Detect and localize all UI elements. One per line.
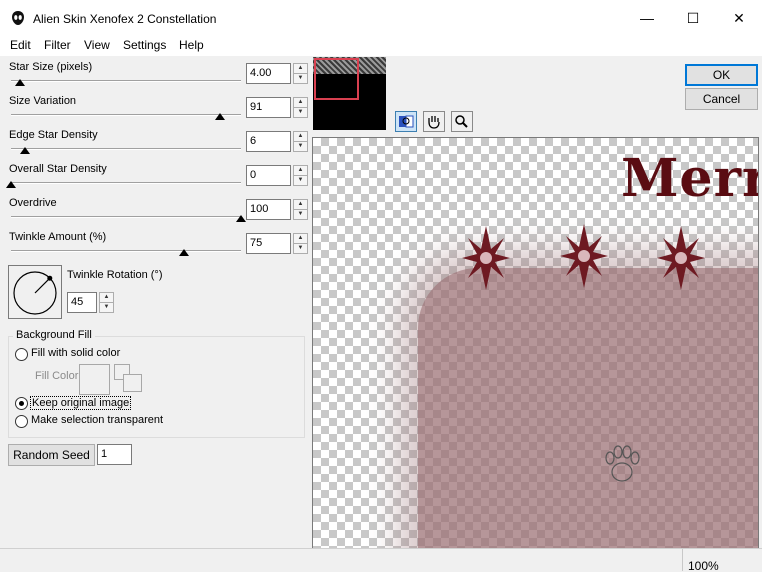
twinkle-rotation-label: Twinkle Rotation (°) [67,269,163,281]
hand-icon [428,116,440,129]
star-size-label: Star Size (pixels) [9,61,93,73]
compare-tool-button[interactable] [395,111,417,132]
twinkle-amount-input[interactable]: 75 [246,233,291,254]
edge-star-density-label: Edge Star Density [9,129,98,141]
color-swap-icon[interactable] [114,364,142,392]
menu-view[interactable]: View [84,38,110,52]
overdrive-label: Overdrive [9,197,57,209]
menu-filter[interactable]: Filter [44,38,71,52]
star-icon [657,226,705,290]
make-selection-transparent-label[interactable]: Make selection transparent [31,414,163,426]
size-variation-label: Size Variation [9,95,77,107]
menu-settings[interactable]: Settings [123,38,166,52]
close-button[interactable]: ✕ [716,0,762,36]
navigator-viewport[interactable] [314,58,359,100]
star-icon [462,226,510,290]
spin-down-icon[interactable]: ▼ [293,209,308,220]
status-bar: 100% [0,548,762,573]
maximize-button[interactable]: ☐ [670,0,716,36]
close-icon: ✕ [733,9,745,26]
spin-down-icon[interactable]: ▼ [293,141,308,152]
preview-area[interactable]: Merry [312,137,759,550]
edge-star-density-thumb[interactable] [19,147,30,154]
alien-skin-app-icon [12,11,24,25]
star-size-thumb[interactable] [15,79,26,86]
fill-color-label: Fill Color [35,370,79,382]
twinkle-amount-label: Twinkle Amount (%) [9,231,107,243]
star-size-track[interactable] [11,80,241,82]
spin-down-icon[interactable]: ▼ [99,302,114,313]
twinkle-amount-thumb[interactable] [178,249,189,256]
background-fill-label: Background Fill [13,329,95,341]
title-bar: Alien Skin Xenofex 2 Constellation — ☐ ✕ [0,0,762,36]
overall-star-density-input[interactable]: 0 [246,165,291,186]
rotation-dial-icon [13,271,57,315]
hand-tool-button[interactable] [423,111,445,132]
radio-make-selection-transparent[interactable] [15,415,28,428]
overall-star-density-track[interactable] [11,182,241,184]
size-variation-input[interactable]: 91 [246,97,291,118]
overall-star-density-thumb[interactable] [6,181,16,188]
overdrive-thumb[interactable] [236,215,246,222]
navigator-thumbnail[interactable] [313,57,386,130]
radio-fill-solid-color[interactable] [15,348,28,361]
spin-down-icon[interactable]: ▼ [293,175,308,186]
twinkle-amount-track[interactable] [11,250,241,252]
fill-solid-color-label[interactable]: Fill with solid color [31,347,120,359]
minimize-icon: — [640,10,654,26]
spin-down-icon[interactable]: ▼ [293,73,308,84]
menu-bar: Edit Filter View Settings Help [0,36,762,56]
ok-button[interactable]: OK [685,64,758,86]
star-icon [560,224,608,288]
radio-keep-original-image[interactable] [15,397,28,410]
before-after-icon [399,115,414,128]
star-size-input[interactable]: 4.00 [246,63,291,84]
overdrive-input[interactable]: 100 [246,199,291,220]
pink-overlay [418,268,758,549]
random-seed-input[interactable]: 1 [97,444,132,465]
maximize-icon: ☐ [686,9,700,26]
spin-down-icon[interactable]: ▼ [293,107,308,118]
preview-merry-text: Merry [621,148,758,209]
size-variation-thumb[interactable] [215,113,226,120]
paw-print-icon [605,445,640,482]
size-variation-track[interactable] [11,114,241,116]
random-seed-button[interactable]: Random Seed [8,444,95,466]
edge-star-density-track[interactable] [11,148,241,150]
zoom-tool-button[interactable] [451,111,473,132]
spin-down-icon[interactable]: ▼ [293,243,308,254]
overdrive-track[interactable] [11,216,241,218]
fill-color-swatch[interactable] [79,364,110,395]
status-divider [682,549,683,571]
window-title: Alien Skin Xenofex 2 Constellation [33,12,217,26]
overall-star-density-label: Overall Star Density [9,163,107,175]
keep-original-image-label[interactable]: Keep original image [30,396,132,410]
minimize-button[interactable]: — [624,0,670,36]
rotation-dial[interactable] [8,265,62,319]
menu-edit[interactable]: Edit [10,38,31,52]
cancel-button[interactable]: Cancel [685,88,758,110]
menu-help[interactable]: Help [179,38,204,52]
magnifier-icon [455,115,468,128]
twinkle-rotation-input[interactable]: 45 [67,292,97,313]
edge-star-density-input[interactable]: 6 [246,131,291,152]
